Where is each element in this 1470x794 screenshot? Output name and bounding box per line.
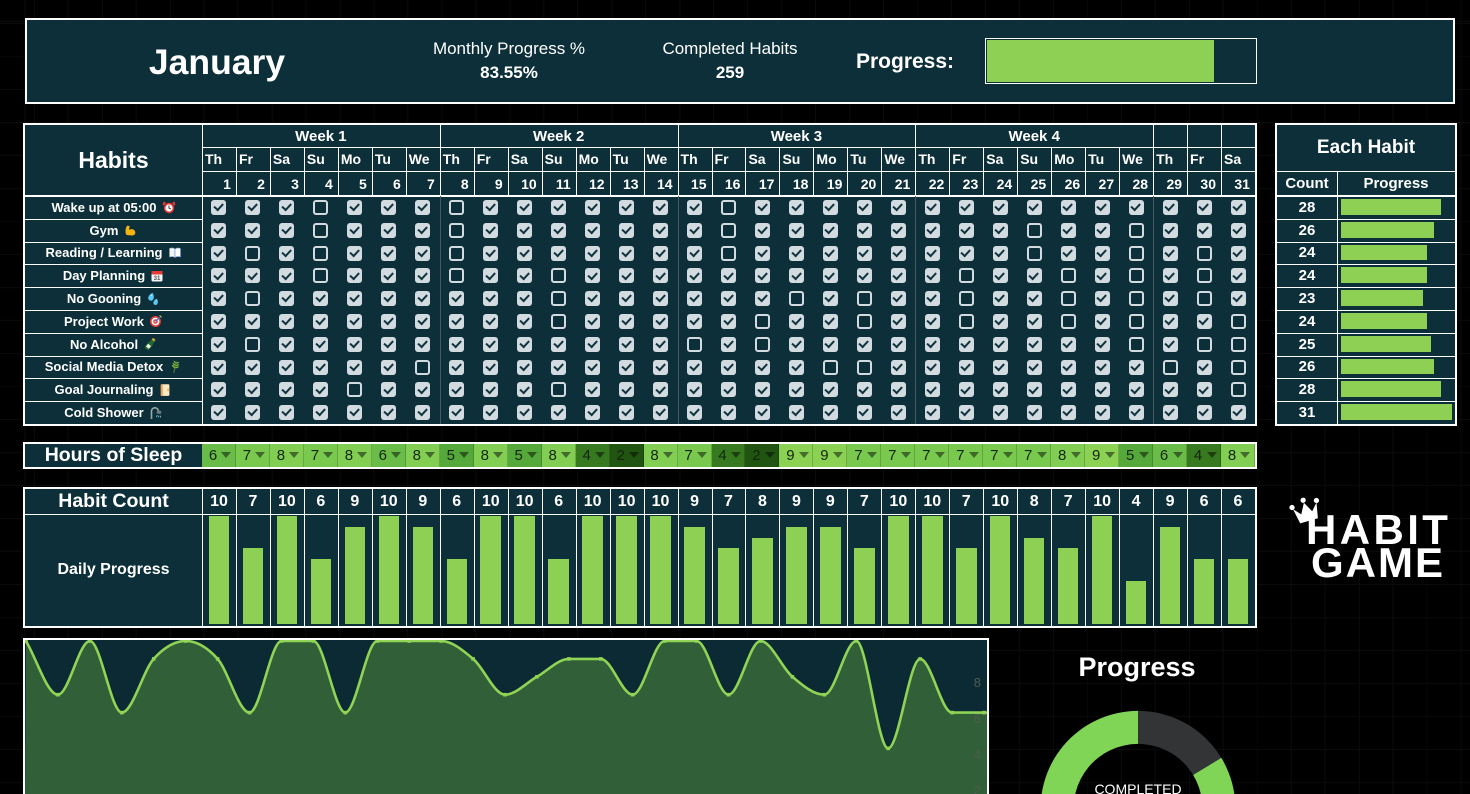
svg-text:31: 31 [154, 276, 161, 282]
